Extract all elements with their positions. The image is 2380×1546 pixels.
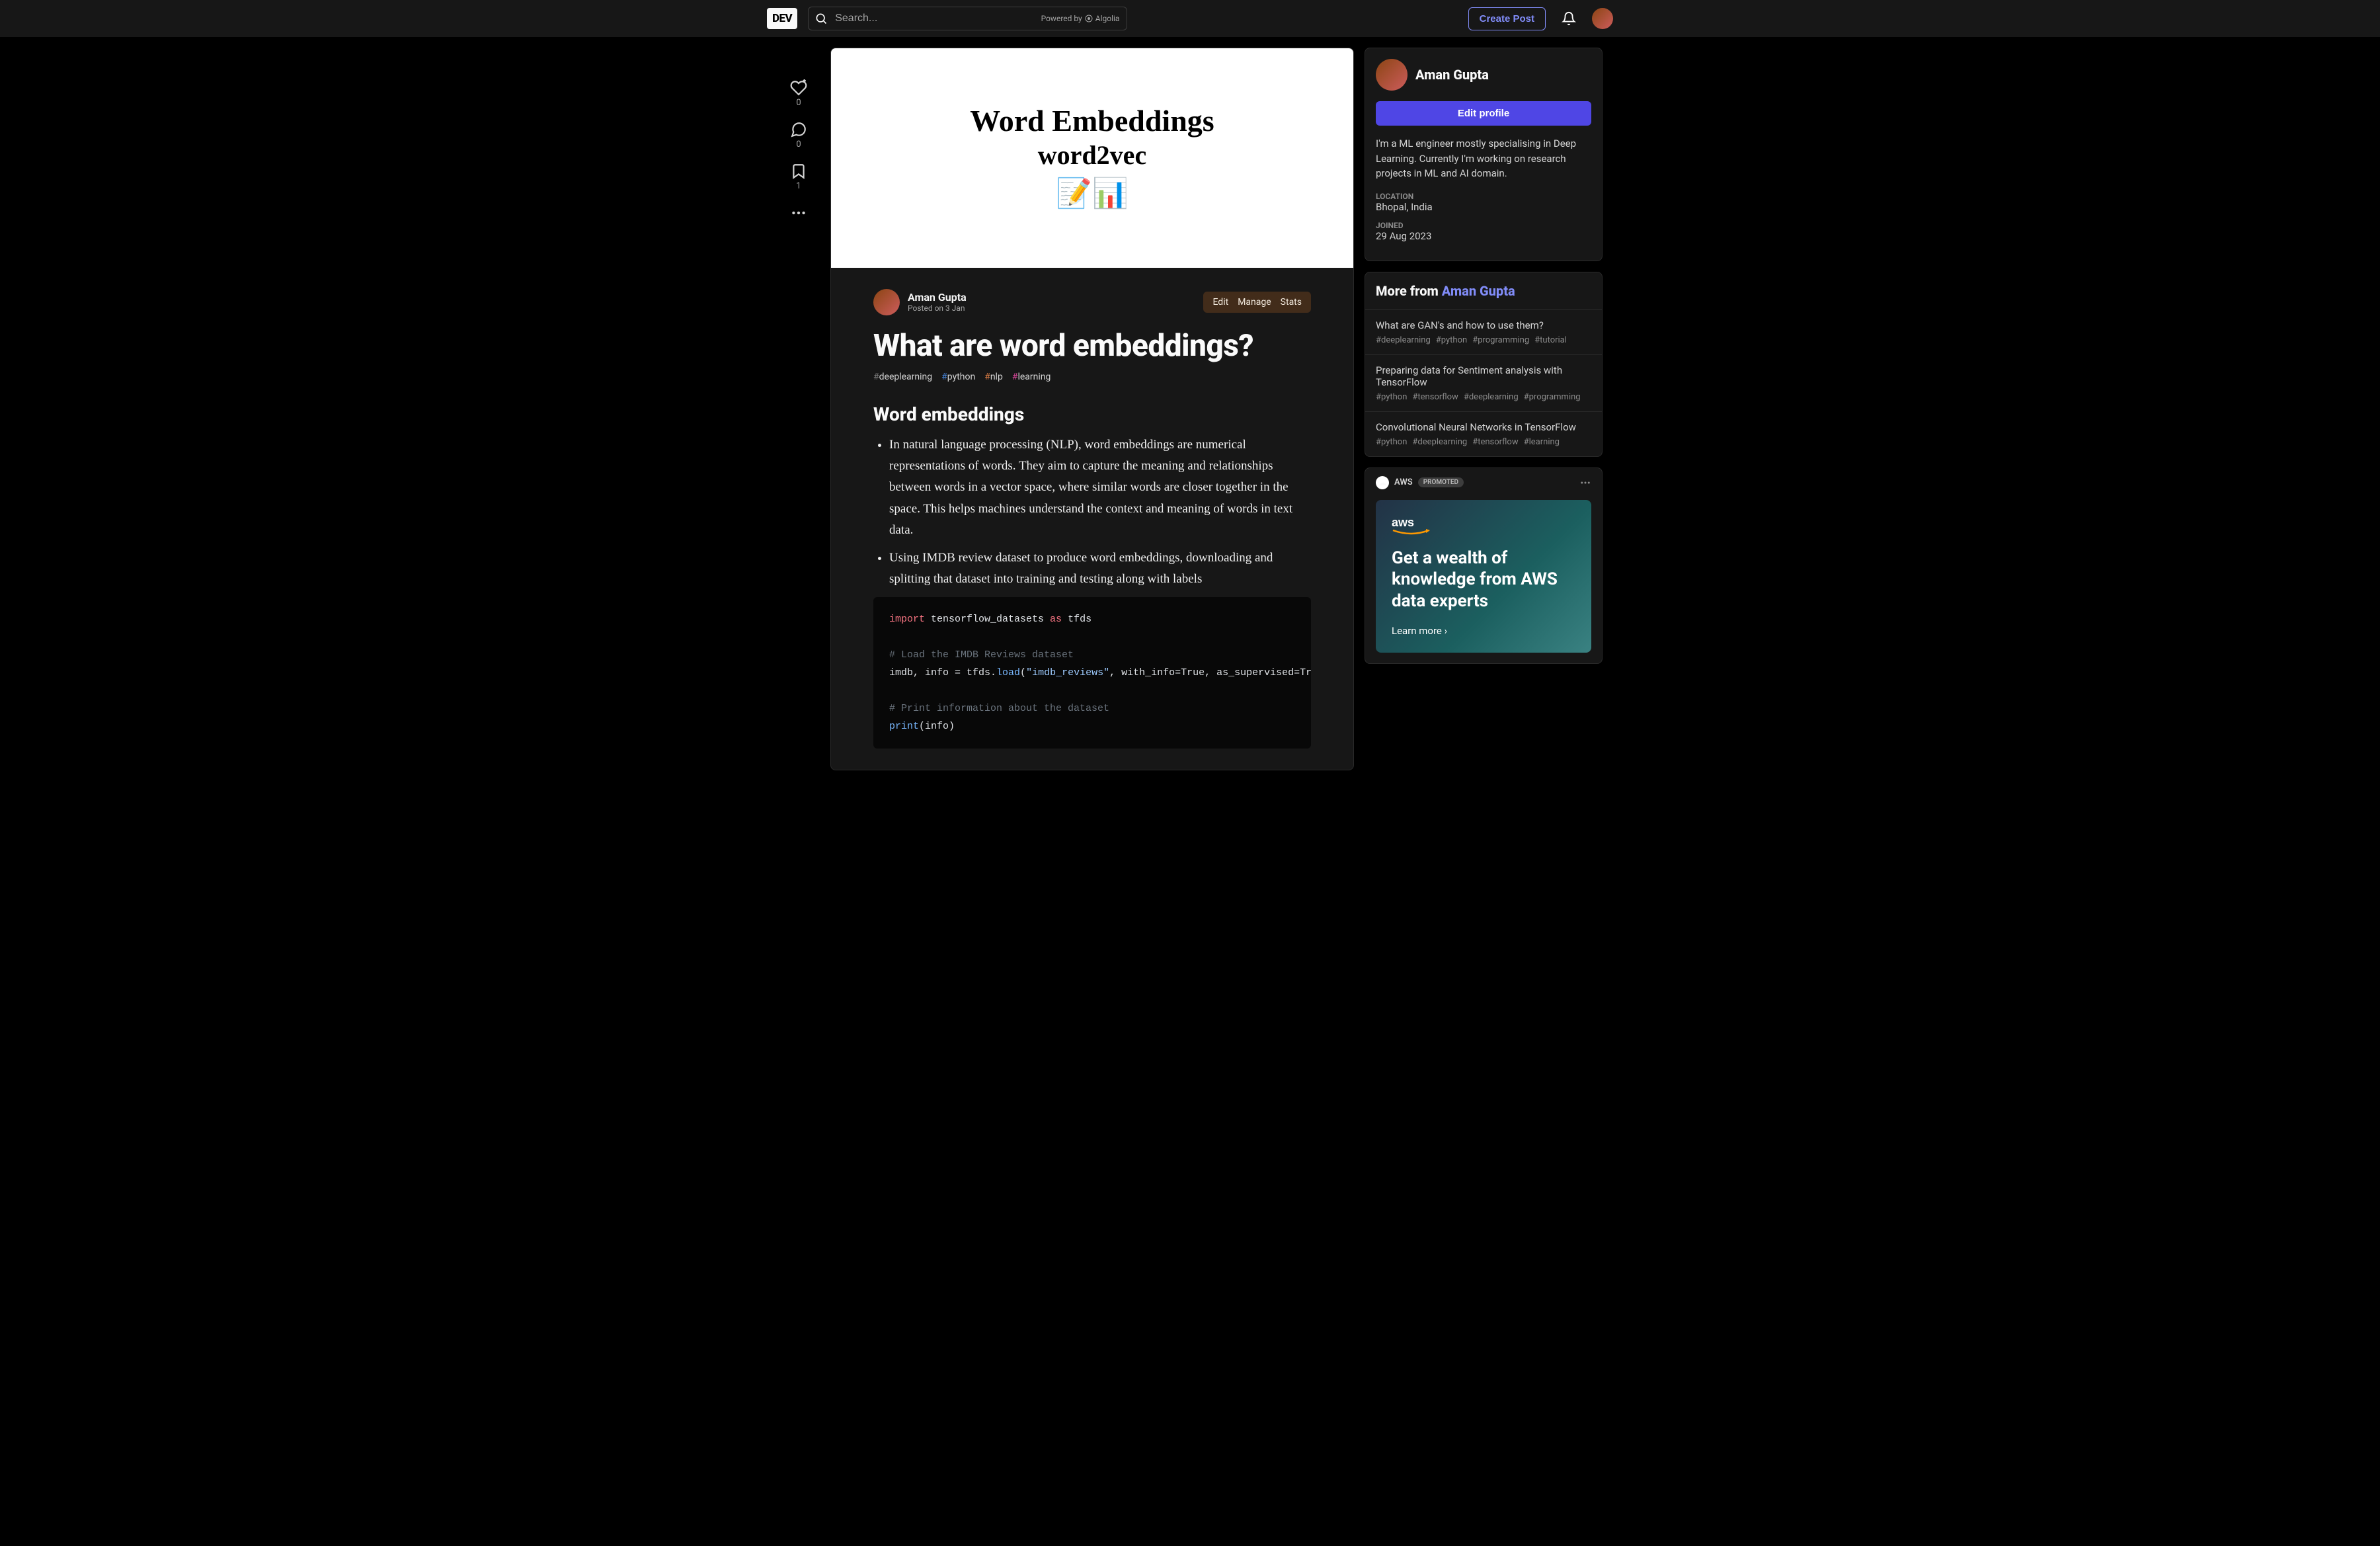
more-from-item-tags: #deeplearning#python#programming#tutoria… [1376,335,1591,345]
author-row: Aman Gupta Posted on 3 Jan Edit Manage S… [873,289,1311,315]
user-avatar[interactable] [1592,8,1613,29]
more-from-item-title: What are GAN's and how to use them? [1376,319,1591,331]
list-item: In natural language processing (NLP), wo… [889,434,1311,541]
article-card: Word Embeddings word2vec 📝📊 Aman Gupta P… [830,48,1354,770]
reaction-heart-button[interactable]: 0 [790,79,807,108]
more-from-item[interactable]: Convolutional Neural Networks in TensorF… [1365,412,1602,456]
promo-badge: PROMOTED [1418,477,1464,487]
bell-icon [1562,11,1576,26]
more-from-heading: More from Aman Gupta [1365,272,1602,310]
right-sidebar: Aman Gupta Edit profile I'm a ML enginee… [1365,48,1603,770]
list-item: Using IMDB review dataset to produce wor… [889,548,1311,590]
post-date: Posted on 3 Jan [908,304,967,313]
edit-link[interactable]: Edit [1212,297,1228,307]
tags-row: #deeplearning #python #nlp #learning [873,372,1311,382]
comment-icon [790,121,807,138]
svg-text:aws: aws [1392,516,1414,529]
comment-button[interactable]: 0 [790,121,807,149]
profile-name[interactable]: Aman Gupta [1415,67,1489,83]
tag-python[interactable]: #python [941,372,975,382]
bookmark-button[interactable]: 1 [790,163,807,191]
aws-logo-icon: aws [1392,516,1575,540]
search-powered-by: Powered by Algolia [1041,14,1120,23]
notifications-button[interactable] [1556,6,1581,31]
promo-banner[interactable]: aws Get a wealth of knowledge from AWS d… [1376,500,1591,653]
cover-emoji: 📝📊 [1056,176,1129,210]
heart-plus-icon [790,79,807,97]
search-container: Powered by Algolia [808,7,1127,30]
profile-card: Aman Gupta Edit profile I'm a ML enginee… [1365,48,1603,261]
more-from-author-link[interactable]: Aman Gupta [1442,283,1515,299]
reaction-rail: 0 0 1 [777,48,820,770]
article-title: What are word embeddings? [873,329,1311,364]
promo-brand: AWS [1394,477,1413,487]
tag-deeplearning[interactable]: #deeplearning [873,372,932,382]
more-from-item-tags: #python#deeplearning#tensorflow#learning [1376,437,1591,447]
section-heading: Word embeddings [873,403,1311,425]
more-options-button[interactable] [790,204,807,222]
more-from-card: More from Aman Gupta What are GAN's and … [1365,272,1603,457]
location-value: Bhopal, India [1376,201,1591,213]
profile-avatar[interactable] [1376,59,1408,91]
profile-bio: I'm a ML engineer mostly specialising in… [1376,136,1591,181]
dots-icon [790,204,807,222]
stats-link[interactable]: Stats [1281,297,1302,307]
location-label: LOCATION [1376,192,1591,201]
joined-label: JOINED [1376,221,1591,230]
dots-icon [1579,477,1591,489]
more-from-item-title: Convolutional Neural Networks in TensorF… [1376,421,1591,433]
react-count: 0 [796,98,801,108]
more-from-item[interactable]: Preparing data for Sentiment analysis wi… [1365,355,1602,412]
promo-logo-icon: ☁ [1376,476,1389,489]
promo-options-button[interactable] [1579,477,1591,489]
joined-value: 29 Aug 2023 [1376,230,1591,242]
author-actions: Edit Manage Stats [1203,292,1311,313]
comment-count: 0 [796,140,801,149]
more-from-item[interactable]: What are GAN's and how to use them? #deep… [1365,310,1602,355]
edit-profile-button[interactable]: Edit profile [1376,101,1591,126]
top-nav: DEV Powered by Algolia Create Post [0,0,2380,37]
search-icon [814,12,828,25]
author-name[interactable]: Aman Gupta [908,291,967,304]
promo-title: Get a wealth of knowledge from AWS data … [1392,548,1575,612]
cover-title: Word Embeddings [970,103,1214,138]
tag-learning[interactable]: #learning [1012,372,1051,382]
more-from-item-tags: #python#tensorflow#deeplearning#programm… [1376,392,1591,402]
manage-link[interactable]: Manage [1238,297,1271,307]
article-list: In natural language processing (NLP), wo… [873,434,1311,590]
code-block: import tensorflow_datasets as tfds # Loa… [873,597,1311,749]
tag-nlp[interactable]: #nlp [984,372,1003,382]
promo-card: ☁ AWS PROMOTED aws Get a wealth of knowl… [1365,468,1603,665]
article-cover: Word Embeddings word2vec 📝📊 [831,48,1353,268]
cover-subtitle: word2vec [1038,140,1146,171]
promo-cta-link[interactable]: Learn more › [1392,625,1575,637]
more-from-item-title: Preparing data for Sentiment analysis wi… [1376,364,1591,388]
bookmark-icon [790,163,807,180]
create-post-button[interactable]: Create Post [1468,7,1546,30]
author-avatar[interactable] [873,289,900,315]
site-logo[interactable]: DEV [767,8,797,29]
bookmark-count: 1 [796,181,801,191]
